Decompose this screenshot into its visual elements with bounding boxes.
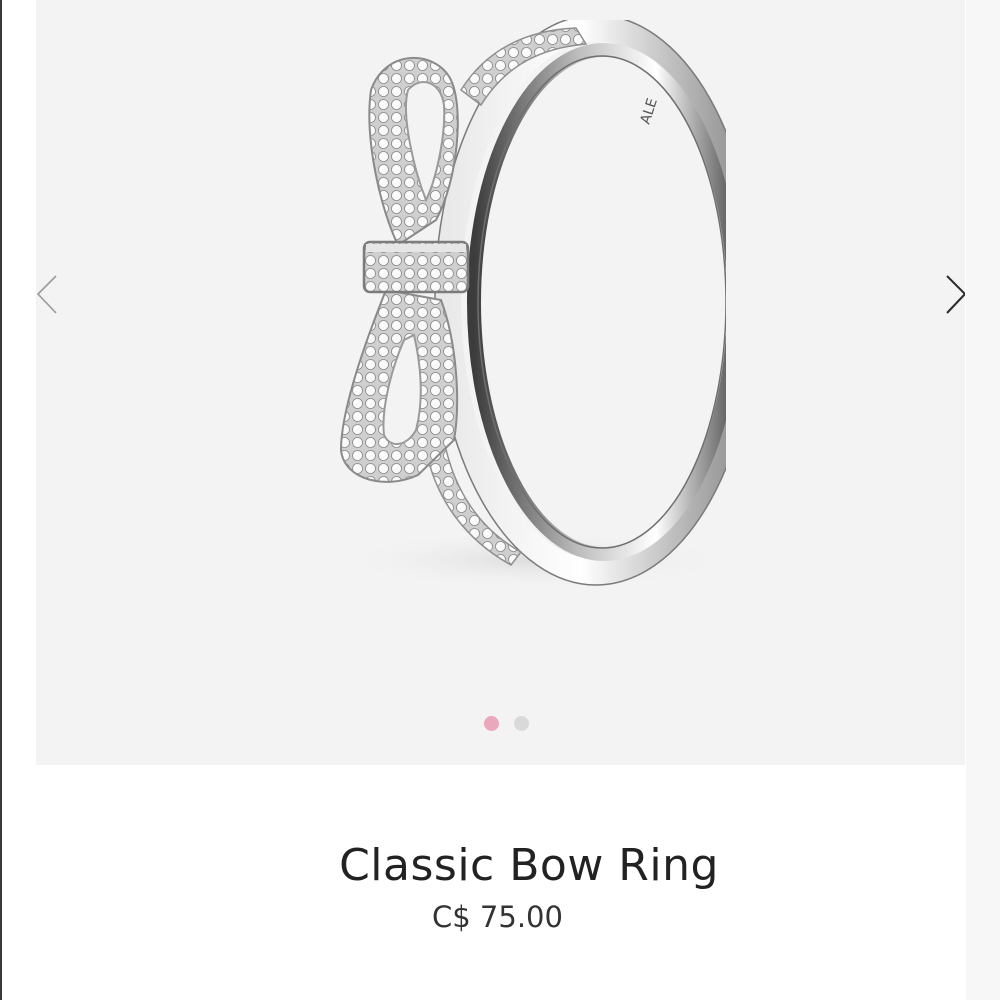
product-image: ALE	[336, 20, 726, 590]
carousel-dot-2[interactable]	[514, 716, 529, 731]
carousel-dot-1[interactable]	[484, 716, 499, 731]
carousel-pagination	[484, 716, 529, 731]
next-image-arrow-icon[interactable]	[941, 270, 965, 320]
product-image-carousel[interactable]: ALE	[36, 0, 965, 765]
ring-engraving: ALE	[638, 96, 661, 126]
previous-image-arrow-icon[interactable]	[36, 270, 66, 320]
product-title: Classic Bow Ring	[339, 840, 719, 891]
product-page: ALE Classic Bow Ring C$ 75.00	[0, 0, 1000, 1000]
product-price: C$ 75.00	[432, 900, 563, 934]
